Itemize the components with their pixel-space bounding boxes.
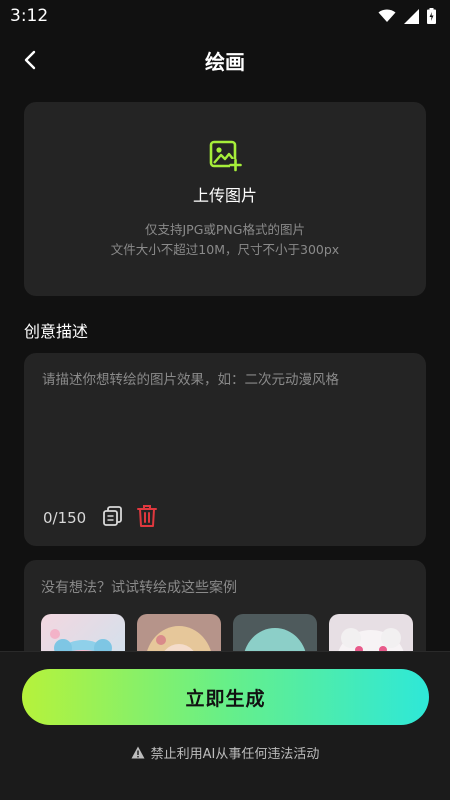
legal-notice: 禁止利用AI从事任何违法活动 bbox=[0, 743, 450, 762]
header: 绘画 bbox=[0, 36, 450, 84]
cellular-icon bbox=[404, 8, 419, 24]
trash-icon[interactable] bbox=[136, 504, 158, 528]
wifi-icon bbox=[378, 9, 396, 22]
prompt-card: 0/150 bbox=[24, 353, 426, 546]
examples-title: 没有想法？试试转绘成这些案例 bbox=[41, 580, 237, 596]
upload-hint-size: 文件大小不超过10M，尺寸不小于300px bbox=[110, 242, 340, 257]
copy-icon[interactable] bbox=[102, 505, 124, 527]
warning-icon bbox=[131, 746, 145, 759]
char-count: 0/150 bbox=[43, 509, 87, 527]
status-bar: 3:12 bbox=[0, 0, 450, 32]
upload-title: 上传图片 bbox=[192, 186, 257, 205]
status-icons bbox=[378, 8, 436, 24]
battery-charging-icon bbox=[427, 8, 436, 24]
image-add-icon bbox=[209, 140, 242, 172]
upload-hint: 仅支持JPG或PNG格式的图片 文件大小不超过10M，尺寸不小于300px bbox=[111, 220, 339, 260]
bottom-panel: 立即生成 禁止利用AI从事任何违法活动 bbox=[0, 651, 450, 800]
upload-image-area[interactable]: 上传图片 仅支持JPG或PNG格式的图片 文件大小不超过10M，尺寸不小于300… bbox=[24, 102, 426, 296]
chevron-left-icon bbox=[24, 50, 36, 70]
generate-button-label: 立即生成 bbox=[185, 688, 266, 710]
upload-hint-format: 仅支持JPG或PNG格式的图片 bbox=[144, 222, 305, 237]
status-time: 3:12 bbox=[10, 6, 49, 26]
generate-button[interactable]: 立即生成 bbox=[22, 669, 429, 725]
back-button[interactable] bbox=[16, 46, 44, 74]
legal-notice-text: 禁止利用AI从事任何违法活动 bbox=[150, 747, 320, 762]
page-title: 绘画 bbox=[205, 49, 245, 74]
prompt-input[interactable] bbox=[42, 369, 408, 489]
prompt-section-title: 创意描述 bbox=[24, 322, 89, 341]
